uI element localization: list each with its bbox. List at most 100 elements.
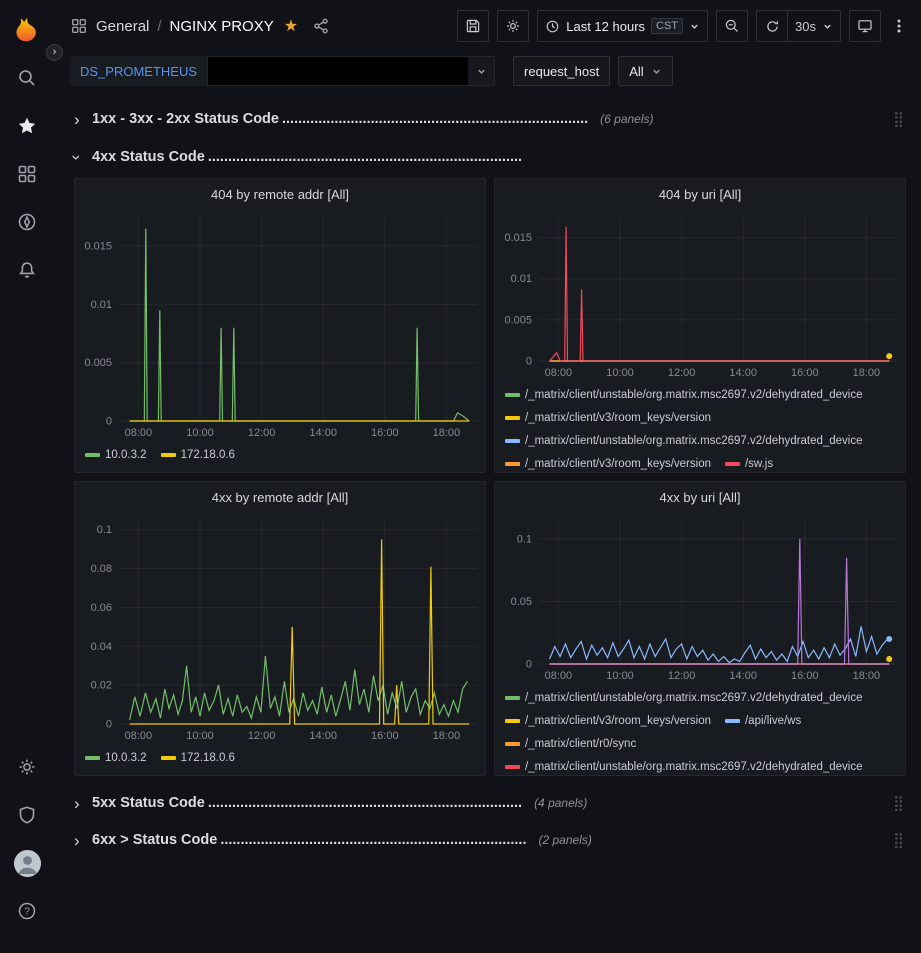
row-title: 4xx Status Code bbox=[92, 149, 205, 165]
legend-item[interactable]: /api/live/ws bbox=[725, 710, 801, 732]
legend-color-swatch bbox=[505, 439, 520, 443]
monitor-icon bbox=[857, 18, 873, 34]
panel-4xx-by-remote-addr: 4xx by remote addr [All] 00.020.040.060.… bbox=[74, 481, 486, 776]
svg-text:0.015: 0.015 bbox=[84, 241, 112, 253]
legend-item[interactable]: /_matrix/client/v3/room_keys/version bbox=[505, 453, 711, 472]
legend-label: 172.18.0.6 bbox=[181, 752, 235, 764]
datasource-variable-label[interactable]: DS_PROMETHEUS bbox=[70, 56, 207, 86]
legend-item[interactable]: /_matrix/client/v3/room_keys/version bbox=[505, 710, 711, 732]
row-5xx-status-code[interactable]: › 5xx Status Code ......................… bbox=[74, 790, 906, 816]
dashboard-title[interactable]: NGINX PROXY bbox=[170, 18, 274, 35]
row-drag-handle[interactable]: ⣿ bbox=[893, 110, 906, 128]
legend-item[interactable]: /_matrix/client/v3/room_keys/version bbox=[505, 407, 711, 429]
sidebar-item-profile[interactable] bbox=[7, 843, 47, 883]
more-options-button[interactable] bbox=[889, 10, 909, 42]
legend-item[interactable]: 10.0.3.2 bbox=[85, 747, 147, 769]
sidebar-item-configuration[interactable] bbox=[7, 747, 47, 787]
legend-color-swatch bbox=[161, 756, 176, 760]
time-series-chart[interactable]: 00.020.040.060.080.108:0010:0012:0014:00… bbox=[75, 512, 485, 744]
share-button[interactable] bbox=[312, 17, 330, 35]
tv-mode-button[interactable] bbox=[849, 10, 881, 42]
time-series-chart[interactable]: 00.0050.010.01508:0010:0012:0014:0016:00… bbox=[495, 209, 905, 381]
legend-item[interactable]: 172.18.0.6 bbox=[161, 444, 235, 466]
user-avatar bbox=[14, 850, 41, 877]
datasource-select[interactable] bbox=[207, 56, 495, 86]
svg-text:0.06: 0.06 bbox=[91, 602, 112, 614]
row-drag-handle[interactable]: ⣿ bbox=[893, 831, 906, 849]
refresh-interval-select[interactable]: 30s bbox=[787, 10, 841, 42]
refresh-icon bbox=[765, 19, 780, 34]
svg-text:0.02: 0.02 bbox=[91, 680, 112, 692]
svg-text:16:00: 16:00 bbox=[371, 427, 399, 439]
panel-title[interactable]: 4xx by uri [All] bbox=[495, 482, 905, 512]
sidebar-item-help[interactable]: ? bbox=[7, 891, 47, 931]
legend-item[interactable]: /_matrix/client/unstable/org.matrix.msc2… bbox=[505, 430, 863, 452]
svg-text:12:00: 12:00 bbox=[668, 670, 696, 682]
svg-text:14:00: 14:00 bbox=[729, 367, 757, 379]
sidebar-item-server-admin[interactable] bbox=[7, 795, 47, 835]
legend-item[interactable]: /_matrix/client/unstable/org.matrix.msc2… bbox=[505, 687, 863, 709]
svg-text:18:00: 18:00 bbox=[853, 367, 881, 379]
legend-color-swatch bbox=[505, 393, 520, 397]
svg-text:10:00: 10:00 bbox=[186, 427, 214, 439]
star-icon[interactable]: ★ bbox=[284, 16, 298, 36]
legend-color-swatch bbox=[505, 696, 520, 700]
legend-item[interactable]: /_matrix/client/r0/sync bbox=[505, 733, 636, 755]
chevron-down-icon: › bbox=[74, 149, 92, 166]
panel-4xx-by-uri: 4xx by uri [All] 00.050.108:0010:0012:00… bbox=[494, 481, 906, 776]
legend-item[interactable]: /_matrix/client/unstable/org.matrix.msc2… bbox=[505, 384, 863, 406]
zoom-out-icon bbox=[724, 18, 740, 34]
breadcrumb: General / NGINX PROXY ★ bbox=[70, 16, 457, 36]
time-range-picker[interactable]: Last 12 hours CST bbox=[537, 10, 708, 42]
legend-label: /_matrix/client/unstable/org.matrix.msc2… bbox=[525, 761, 863, 773]
row-drag-handle[interactable]: ⣿ bbox=[893, 794, 906, 812]
svg-text:0.01: 0.01 bbox=[511, 273, 532, 285]
legend-label: 10.0.3.2 bbox=[105, 752, 147, 764]
svg-text:0.01: 0.01 bbox=[91, 299, 112, 311]
sidebar-expand-toggle[interactable]: › bbox=[46, 44, 63, 61]
chevron-down-icon bbox=[689, 21, 700, 32]
legend-label: /_matrix/client/unstable/org.matrix.msc2… bbox=[525, 435, 863, 447]
sidebar-item-dashboards[interactable] bbox=[7, 154, 47, 194]
row-4xx-status-code[interactable]: › 4xx Status Code ......................… bbox=[74, 144, 906, 170]
breadcrumb-section[interactable]: General bbox=[96, 18, 149, 35]
refresh-button[interactable] bbox=[756, 10, 788, 42]
row-1xx-status-code[interactable]: › 1xx - 3xx - 2xx Status Code ..........… bbox=[74, 106, 906, 132]
panel-title[interactable]: 404 by uri [All] bbox=[495, 179, 905, 209]
zoom-out-time-button[interactable] bbox=[716, 10, 748, 42]
row-6xx-status-code[interactable]: › 6xx > Status Code ....................… bbox=[74, 827, 906, 853]
legend-item[interactable]: /sw.js bbox=[725, 453, 773, 472]
gear-icon bbox=[505, 18, 521, 34]
refresh-button-group: 30s bbox=[756, 10, 841, 42]
dashboard-settings-button[interactable] bbox=[497, 10, 529, 42]
svg-text:0.08: 0.08 bbox=[91, 563, 112, 575]
panel-title[interactable]: 404 by remote addr [All] bbox=[75, 179, 485, 209]
grafana-logo[interactable] bbox=[7, 10, 47, 50]
grafana-flame-icon bbox=[13, 16, 41, 44]
svg-text:10:00: 10:00 bbox=[606, 367, 634, 379]
svg-text:?: ? bbox=[24, 907, 30, 918]
row-title-dots: ........................................… bbox=[208, 149, 522, 165]
svg-text:10:00: 10:00 bbox=[186, 730, 214, 742]
legend-label: 172.18.0.6 bbox=[181, 449, 235, 461]
legend-item[interactable]: 10.0.3.2 bbox=[85, 444, 147, 466]
time-series-chart[interactable]: 00.0050.010.01508:0010:0012:0014:0016:00… bbox=[75, 209, 485, 441]
request-host-select[interactable]: All bbox=[618, 56, 672, 86]
panel-title[interactable]: 4xx by remote addr [All] bbox=[75, 482, 485, 512]
svg-text:0.1: 0.1 bbox=[97, 524, 112, 536]
request-host-variable-label[interactable]: request_host bbox=[513, 56, 610, 86]
legend-item[interactable]: 172.18.0.6 bbox=[161, 747, 235, 769]
sidebar-item-explore[interactable] bbox=[7, 202, 47, 242]
request-host-value-text: All bbox=[629, 64, 643, 79]
breadcrumb-separator: / bbox=[157, 18, 161, 35]
svg-text:0: 0 bbox=[106, 416, 112, 428]
legend-color-swatch bbox=[85, 453, 100, 457]
time-series-chart[interactable]: 00.050.108:0010:0012:0014:0016:0018:00 bbox=[495, 512, 905, 684]
alerting-bell-icon bbox=[17, 260, 37, 280]
sidebar-item-starred[interactable] bbox=[7, 106, 47, 146]
sidebar-item-alerting[interactable] bbox=[7, 250, 47, 290]
sidebar-item-search[interactable] bbox=[7, 58, 47, 98]
save-dashboard-button[interactable] bbox=[457, 10, 489, 42]
legend-item[interactable]: /_matrix/client/unstable/org.matrix.msc2… bbox=[505, 756, 863, 775]
svg-text:18:00: 18:00 bbox=[853, 670, 881, 682]
